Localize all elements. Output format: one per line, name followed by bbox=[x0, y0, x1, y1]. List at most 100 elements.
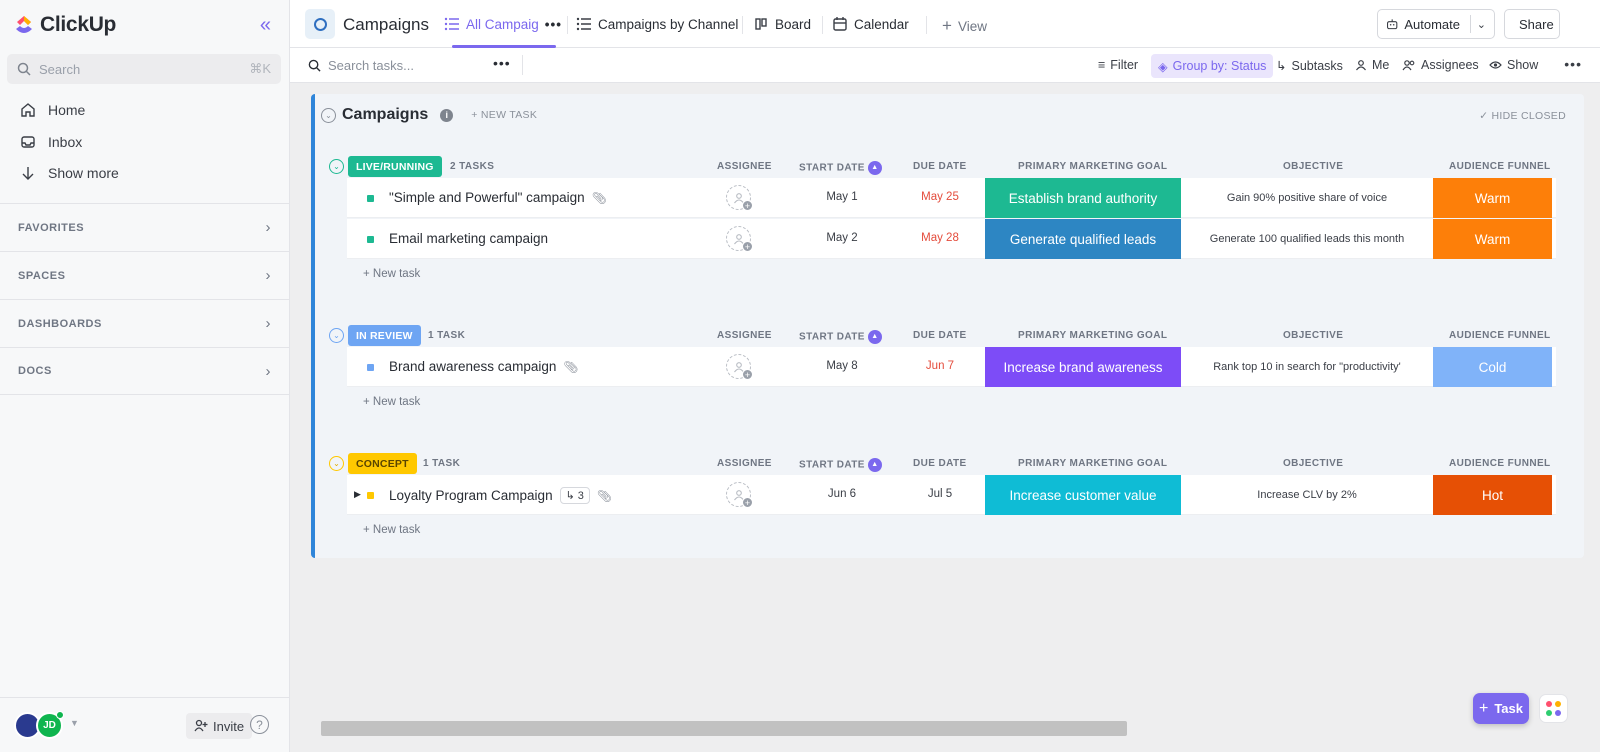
task-name-text[interactable]: "Simple and Powerful" campaign bbox=[389, 190, 585, 205]
column-header-objective[interactable]: OBJECTIVE bbox=[1283, 330, 1343, 341]
objective-cell[interactable]: Rank top 10 in search for "productivity' bbox=[1187, 347, 1427, 387]
add-task-link[interactable]: + New task bbox=[363, 396, 420, 408]
task-search[interactable]: Search tasks... bbox=[308, 58, 414, 73]
table-row[interactable]: Email marketing campaign + May 2 May 28 … bbox=[347, 219, 1556, 259]
assignees-button[interactable]: Assignees bbox=[1402, 58, 1479, 72]
sidebar-item-show-more[interactable]: Show more bbox=[20, 165, 119, 181]
column-header-funnel[interactable]: AUDIENCE FUNNEL bbox=[1449, 458, 1551, 469]
automate-button[interactable]: Automate ⌄ bbox=[1377, 9, 1495, 39]
sort-asc-icon[interactable]: ▲ bbox=[867, 458, 882, 472]
sidebar-section-spaces[interactable]: SPACES › bbox=[0, 251, 289, 299]
filter-button[interactable]: ≡ Filter bbox=[1098, 58, 1138, 72]
due-date[interactable]: May 25 bbox=[910, 191, 970, 203]
more-dots-icon[interactable]: ••• bbox=[545, 17, 562, 32]
due-date[interactable]: May 28 bbox=[910, 232, 970, 244]
collapse-sidebar-icon[interactable]: « bbox=[260, 14, 271, 37]
column-header-due-date[interactable]: DUE DATE bbox=[913, 330, 967, 341]
new-task-button[interactable]: + Task bbox=[1473, 693, 1529, 724]
status-square[interactable] bbox=[367, 492, 374, 499]
task-name-text[interactable]: Email marketing campaign bbox=[389, 231, 548, 246]
show-button[interactable]: Show bbox=[1489, 58, 1538, 72]
add-view-button[interactable]: + View bbox=[942, 16, 987, 36]
marketing-goal-cell[interactable]: Generate qualified leads bbox=[985, 219, 1181, 259]
audience-funnel-cell[interactable]: Warm bbox=[1433, 219, 1552, 259]
collapse-list-icon[interactable]: ⌄ bbox=[321, 107, 336, 123]
marketing-goal-cell[interactable]: Increase customer value bbox=[985, 475, 1181, 515]
column-header-due-date[interactable]: DUE DATE bbox=[913, 161, 967, 172]
column-header-start-date[interactable]: START DATE ▲ bbox=[799, 458, 882, 472]
task-name-text[interactable]: Loyalty Program Campaign bbox=[389, 488, 553, 503]
attachment-icon[interactable]: 📎︎ bbox=[592, 191, 607, 205]
column-header-objective[interactable]: OBJECTIVE bbox=[1283, 458, 1343, 469]
help-icon[interactable]: ? bbox=[250, 715, 269, 734]
marketing-goal-cell[interactable]: Increase brand awareness bbox=[985, 347, 1181, 387]
table-row[interactable]: Brand awareness campaign 📎︎ + May 8 Jun 7… bbox=[347, 347, 1556, 387]
column-header-goal[interactable]: PRIMARY MARKETING GOAL bbox=[1018, 458, 1167, 469]
sort-asc-icon[interactable]: ▲ bbox=[867, 161, 882, 175]
column-header-objective[interactable]: OBJECTIVE bbox=[1283, 161, 1343, 172]
start-date[interactable]: May 1 bbox=[812, 191, 872, 203]
list-icon[interactable] bbox=[305, 9, 335, 39]
sidebar-item-inbox[interactable]: Inbox bbox=[20, 134, 82, 150]
audience-funnel-cell[interactable]: Warm bbox=[1433, 178, 1552, 218]
sidebar-item-home[interactable]: Home bbox=[20, 102, 85, 118]
share-button[interactable]: Share bbox=[1504, 9, 1560, 39]
sort-asc-icon[interactable]: ▲ bbox=[867, 330, 882, 344]
tab-calendar[interactable]: Calendar bbox=[832, 16, 909, 32]
start-date[interactable]: Jun 6 bbox=[812, 488, 872, 500]
attachment-icon[interactable]: 📎︎ bbox=[597, 489, 612, 503]
status-badge[interactable]: LIVE/RUNNING bbox=[348, 156, 442, 177]
column-header-assignee[interactable]: ASSIGNEE bbox=[717, 458, 772, 469]
column-header-funnel[interactable]: AUDIENCE FUNNEL bbox=[1449, 161, 1551, 172]
sidebar-section-docs[interactable]: DOCS › bbox=[0, 347, 289, 395]
objective-cell[interactable]: Gain 90% positive share of voice bbox=[1187, 178, 1427, 218]
marketing-goal-cell[interactable]: Establish brand authority bbox=[985, 178, 1181, 218]
collapse-group-icon[interactable]: ⌄ bbox=[329, 328, 344, 343]
assignee-placeholder[interactable]: + bbox=[726, 354, 753, 380]
status-square[interactable] bbox=[367, 195, 374, 202]
due-date[interactable]: Jul 5 bbox=[910, 488, 970, 500]
add-task-link[interactable]: + New task bbox=[363, 524, 420, 536]
expand-subtasks-icon[interactable]: ▶ bbox=[354, 489, 361, 500]
more-options-icon[interactable]: ••• bbox=[493, 55, 511, 71]
sidebar-section-favorites[interactable]: FAVORITES › bbox=[0, 203, 289, 251]
toolbar-more-icon[interactable]: ••• bbox=[1564, 56, 1582, 72]
invite-button[interactable]: Invite bbox=[186, 713, 253, 739]
start-date[interactable]: May 8 bbox=[812, 360, 872, 372]
collapse-group-icon[interactable]: ⌄ bbox=[329, 159, 344, 174]
objective-cell[interactable]: Increase CLV by 2% bbox=[1187, 475, 1427, 515]
table-row[interactable]: "Simple and Powerful" campaign 📎︎ + May 1… bbox=[347, 178, 1556, 218]
tab-campaigns-by-channel[interactable]: Campaigns by Channel bbox=[576, 16, 738, 32]
assignee-placeholder[interactable]: + bbox=[726, 185, 753, 211]
table-row[interactable]: ▶ Loyalty Program Campaign ↳ 3 📎︎ + Jun 6… bbox=[347, 475, 1556, 515]
sidebar-search[interactable]: Search ⌘K bbox=[7, 54, 281, 84]
column-header-goal[interactable]: PRIMARY MARKETING GOAL bbox=[1018, 330, 1167, 341]
tab-board[interactable]: Board bbox=[753, 16, 811, 32]
chevron-down-icon[interactable]: ⌄ bbox=[1477, 18, 1486, 31]
attachment-icon[interactable]: 📎︎ bbox=[563, 360, 578, 374]
due-date[interactable]: Jun 7 bbox=[910, 360, 970, 372]
column-header-assignee[interactable]: ASSIGNEE bbox=[717, 161, 772, 172]
task-name-text[interactable]: Brand awareness campaign bbox=[389, 359, 556, 374]
clickup-logo[interactable]: ClickUp bbox=[14, 13, 116, 37]
objective-cell[interactable]: Generate 100 qualified leads this month bbox=[1187, 219, 1427, 259]
status-badge[interactable]: IN REVIEW bbox=[348, 325, 421, 346]
audience-funnel-cell[interactable]: Hot bbox=[1433, 475, 1552, 515]
caret-down-icon[interactable]: ▼ bbox=[70, 718, 79, 728]
add-task-link[interactable]: + New task bbox=[363, 268, 420, 280]
subtask-count-badge[interactable]: ↳ 3 bbox=[559, 487, 590, 504]
subtasks-button[interactable]: ↳ Subtasks bbox=[1276, 58, 1343, 74]
status-square[interactable] bbox=[367, 236, 374, 243]
column-header-due-date[interactable]: DUE DATE bbox=[913, 458, 967, 469]
column-header-start-date[interactable]: START DATE ▲ bbox=[799, 161, 882, 175]
status-badge[interactable]: CONCEPT bbox=[348, 453, 417, 474]
assignee-placeholder[interactable]: + bbox=[726, 226, 753, 252]
hide-closed-toggle[interactable]: ✓ HIDE CLOSED bbox=[1479, 110, 1566, 122]
audience-funnel-cell[interactable]: Cold bbox=[1433, 347, 1552, 387]
new-task-link[interactable]: + NEW TASK bbox=[471, 109, 537, 121]
column-header-funnel[interactable]: AUDIENCE FUNNEL bbox=[1449, 330, 1551, 341]
collapse-group-icon[interactable]: ⌄ bbox=[329, 456, 344, 471]
apps-icon[interactable] bbox=[1539, 694, 1568, 723]
sidebar-section-dashboards[interactable]: DASHBOARDS › bbox=[0, 299, 289, 347]
column-header-goal[interactable]: PRIMARY MARKETING GOAL bbox=[1018, 161, 1167, 172]
